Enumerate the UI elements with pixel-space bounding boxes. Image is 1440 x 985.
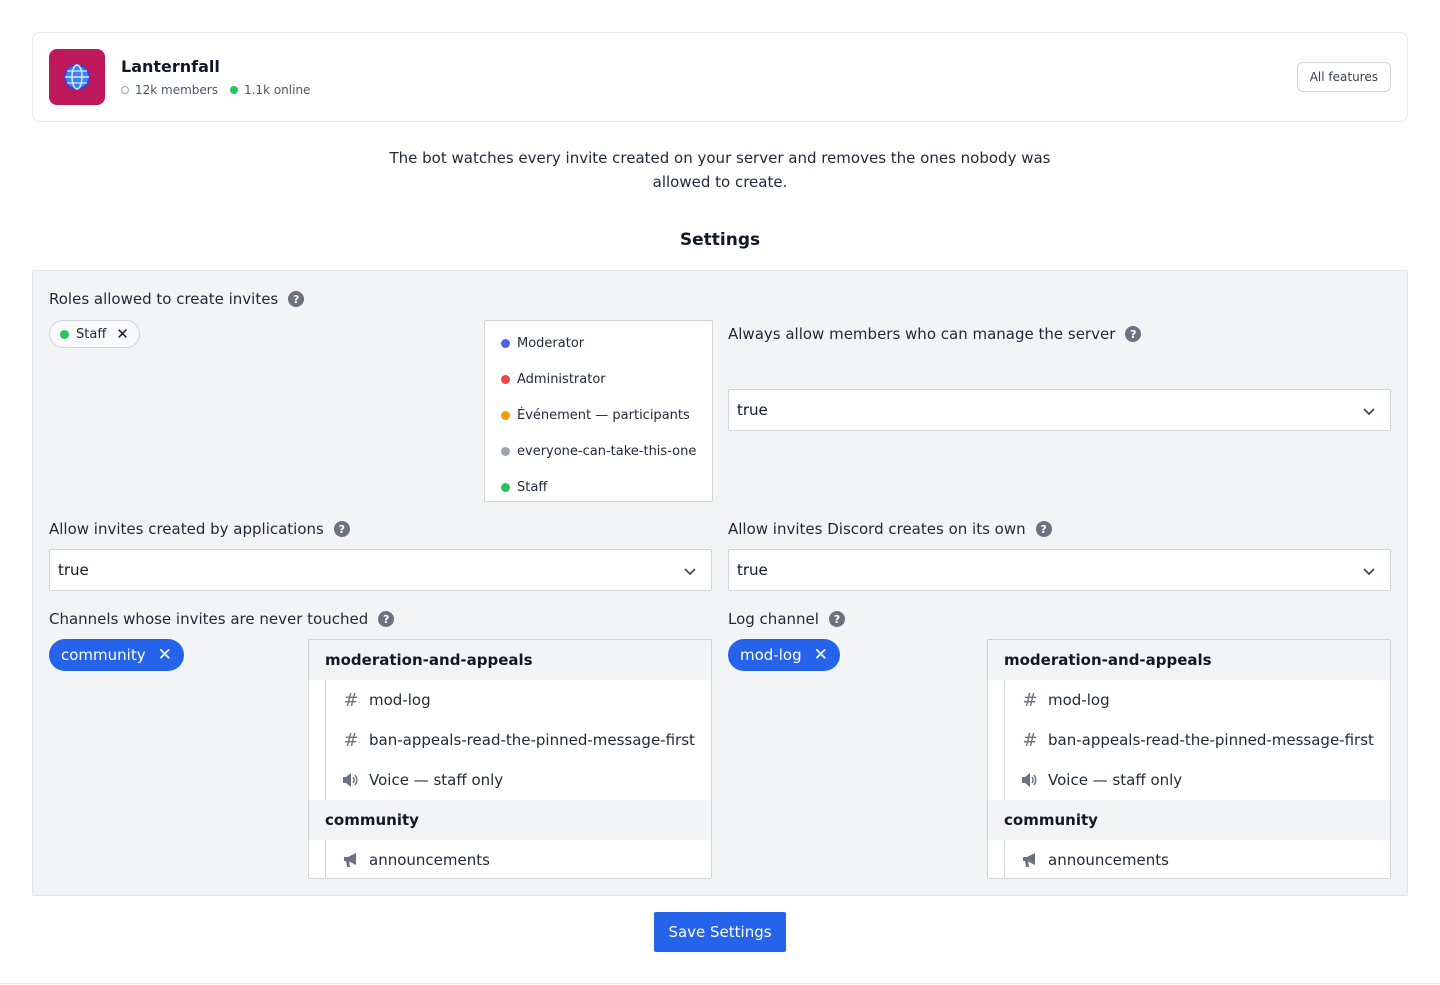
server-card: Lanternfall 12k members 1.1k online All …: [32, 32, 1408, 122]
channel-option[interactable]: announcements: [309, 840, 711, 878]
role-color-dot-icon: [501, 446, 510, 456]
member-count: 12k members: [135, 83, 218, 97]
speaker-icon: [1020, 772, 1040, 788]
role-color-dot-icon: [501, 410, 510, 420]
online-count: 1.1k online: [243, 83, 311, 97]
megaphone-icon: [1020, 852, 1040, 868]
feature-description: The bot watches every invite created on …: [389, 149, 1051, 191]
manage-server-label: Always allow members who can manage the …: [728, 325, 1142, 343]
channel-option[interactable]: # mod-log: [309, 680, 711, 720]
help-icon[interactable]: ?: [333, 521, 350, 537]
channel-label: announcements: [1048, 851, 1169, 869]
role-option-staff[interactable]: Staff: [485, 469, 712, 505]
server-avatar: [49, 49, 105, 105]
category-header: community: [309, 800, 711, 840]
category-header: moderation-and-appeals: [309, 640, 711, 680]
server-stats: 12k members 1.1k online: [121, 83, 310, 97]
manage-server-select[interactable]: true: [728, 389, 1391, 431]
role-color-dot-icon: [501, 338, 510, 348]
settings-panel: Roles allowed to create invites ? Staff …: [32, 270, 1408, 896]
select-value: true: [737, 561, 768, 579]
category-header: community: [988, 800, 1390, 840]
channel-option[interactable]: # mod-log: [988, 680, 1390, 720]
channel-label: mod-log: [369, 691, 431, 709]
discord-own-label: Allow invites Discord creates on its own…: [728, 520, 1052, 538]
channel-label: ban-appeals-read-the-pinned-message-firs…: [369, 731, 695, 749]
role-chip-label: Staff: [76, 326, 107, 342]
channel-option[interactable]: # ban-appeals-read-the-pinned-message-fi…: [309, 720, 711, 760]
role-option-evenement[interactable]: Événement — participants: [485, 397, 712, 433]
role-option-label: Staff: [517, 479, 548, 495]
chip-label: mod-log: [740, 646, 802, 664]
chevron-down-icon: [1363, 408, 1375, 416]
online-dot-icon: [229, 86, 238, 94]
speaker-icon: [341, 772, 361, 788]
remove-channel-icon[interactable]: ✕: [814, 645, 828, 665]
roles-label: Roles allowed to create invites ?: [49, 290, 305, 308]
select-value: true: [737, 401, 768, 419]
help-icon[interactable]: ?: [828, 611, 845, 627]
channel-option[interactable]: announcements: [988, 840, 1390, 878]
role-option-administrator[interactable]: Administrator: [485, 361, 712, 397]
log-channel-chip: mod-log ✕: [728, 639, 840, 671]
save-settings-button[interactable]: Save Settings: [654, 912, 786, 952]
role-color-dot-icon: [60, 329, 69, 339]
discord-own-select[interactable]: true: [728, 549, 1391, 591]
hash-icon: #: [1022, 689, 1038, 711]
applications-select[interactable]: true: [49, 549, 712, 591]
log-channel-label: Log channel ?: [728, 610, 845, 628]
channel-option[interactable]: # ban-appeals-read-the-pinned-message-fi…: [988, 720, 1390, 760]
members-dot-icon: [121, 86, 129, 94]
discord-own-label-text: Allow invites Discord creates on its own: [728, 520, 1026, 538]
remove-channel-icon[interactable]: ✕: [158, 645, 172, 665]
all-features-button[interactable]: All features: [1296, 62, 1391, 92]
roles-label-text: Roles allowed to create invites: [49, 290, 279, 308]
megaphone-icon: [341, 852, 361, 868]
footer-divider: [0, 983, 1440, 984]
untouched-channels-label-text: Channels whose invites are never touched: [49, 610, 369, 628]
channel-label: ban-appeals-read-the-pinned-message-firs…: [1048, 731, 1374, 749]
log-channel-label-text: Log channel: [728, 610, 819, 628]
channel-label: Voice — staff only: [369, 771, 504, 789]
server-name: Lanternfall: [121, 57, 220, 76]
hash-icon: #: [343, 729, 359, 751]
role-option-label: Administrator: [517, 371, 606, 387]
channel-label: Voice — staff only: [1048, 771, 1183, 789]
role-option-everyone[interactable]: everyone-can-take-this-one: [485, 433, 712, 469]
applications-label-text: Allow invites created by applications: [49, 520, 324, 538]
help-icon[interactable]: ?: [288, 291, 305, 307]
hash-icon: #: [1022, 729, 1038, 751]
settings-title: Settings: [679, 230, 761, 250]
chip-label: community: [61, 646, 146, 664]
help-icon[interactable]: ?: [1035, 521, 1052, 537]
chevron-down-icon: [684, 568, 696, 576]
role-option-label: Moderator: [517, 335, 585, 351]
category-header: moderation-and-appeals: [988, 640, 1390, 680]
role-option-label: everyone-can-take-this-one: [517, 443, 697, 459]
role-chip-staff: Staff ✕: [49, 320, 140, 348]
applications-label: Allow invites created by applications ?: [49, 520, 350, 538]
manage-server-label-text: Always allow members who can manage the …: [728, 325, 1116, 343]
untouched-channel-options: moderation-and-appeals # mod-log # ban-a…: [308, 639, 712, 879]
select-value: true: [58, 561, 89, 579]
untouched-channel-chip: community ✕: [49, 639, 184, 671]
channel-label: mod-log: [1048, 691, 1110, 709]
help-icon[interactable]: ?: [1125, 326, 1142, 342]
role-option-label: Événement — participants: [517, 407, 690, 423]
globe-icon: [64, 64, 90, 90]
role-option-moderator[interactable]: Moderator: [485, 325, 712, 361]
chevron-down-icon: [1363, 568, 1375, 576]
role-options-list: Moderator Administrator Événement — part…: [484, 320, 713, 502]
role-color-dot-icon: [501, 374, 510, 384]
channel-label: announcements: [369, 851, 490, 869]
help-icon[interactable]: ?: [378, 611, 395, 627]
untouched-channels-label: Channels whose invites are never touched…: [49, 610, 395, 628]
role-color-dot-icon: [501, 482, 510, 492]
hash-icon: #: [343, 689, 359, 711]
remove-role-icon[interactable]: ✕: [116, 325, 129, 343]
channel-option[interactable]: Voice — staff only: [988, 760, 1390, 800]
log-channel-options: moderation-and-appeals # mod-log # ban-a…: [987, 639, 1391, 879]
channel-option[interactable]: Voice — staff only: [309, 760, 711, 800]
